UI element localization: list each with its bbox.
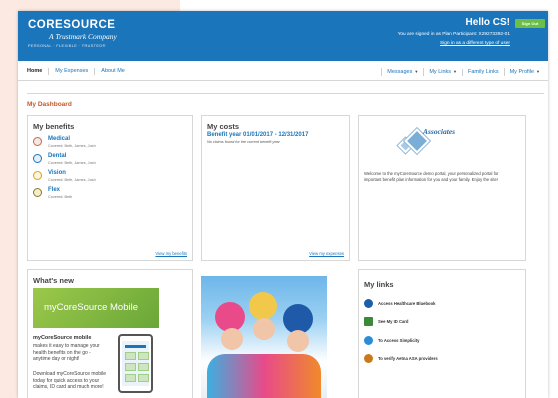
whats-new-heading: What's new — [33, 276, 74, 285]
family-ski-photo — [201, 276, 327, 398]
nav-family-links[interactable]: Family Links — [462, 68, 504, 76]
sign-out-button[interactable]: Sign Out — [515, 19, 545, 28]
id-card-icon — [364, 317, 373, 326]
page-title: My Dashboard — [27, 101, 72, 108]
costs-heading: My costs — [207, 122, 240, 131]
logo[interactable]: CORESOURCE — [28, 19, 115, 31]
flex-dollar-icon — [33, 188, 42, 197]
benefits-heading: My benefits — [33, 122, 75, 131]
header-bar: CORESOURCE A Trustmark Company PERSONAL … — [18, 11, 548, 61]
view-expenses-link[interactable]: View my expenses — [309, 251, 344, 256]
benefits-card: My benefits Medical Covered: Beth, James… — [27, 115, 193, 261]
phone-app-image — [118, 334, 153, 393]
main-nav: Home My Expenses About Me Messages ▼ My L… — [18, 61, 548, 81]
no-claims-text: No claims found for the current benefit … — [207, 140, 281, 144]
simplicity-icon — [364, 336, 373, 345]
bluebook-icon — [364, 299, 373, 308]
vision-icon — [33, 171, 42, 180]
nav-home[interactable]: Home — [27, 68, 48, 75]
logo-subtitle: A Trustmark Company — [49, 32, 117, 41]
mobile-banner[interactable]: myCoreSource Mobile — [33, 288, 159, 328]
chevron-down-icon: ▼ — [536, 69, 540, 74]
costs-card: My costs Benefit year 01/01/2017 - 12/31… — [201, 115, 350, 261]
nav-my-expenses[interactable]: My Expenses — [48, 68, 94, 75]
logo-tagline: PERSONAL · FLEXIBLE · TRUSTED® — [28, 44, 106, 48]
portal-page: CORESOURCE A Trustmark Company PERSONAL … — [18, 11, 548, 398]
links-heading: My links — [364, 280, 394, 289]
mobile-download-text: Download myCoreSource mobile today for q… — [33, 371, 107, 390]
nav-messages[interactable]: Messages ▼ — [381, 68, 423, 76]
link-healthcare-bluebook[interactable]: Access Healthcare Bluebook — [364, 299, 436, 308]
dental-icon — [33, 154, 42, 163]
medical-icon — [33, 137, 42, 146]
benefit-year: Benefit year 01/01/2017 - 12/31/2017 — [207, 132, 309, 138]
aetna-search-icon — [364, 354, 373, 363]
greeting: Hello CS! — [465, 17, 510, 28]
mobile-description: makes it easy to manage your health bene… — [33, 343, 100, 362]
nav-my-links[interactable]: My Links ▼ — [423, 68, 462, 76]
switch-user-link[interactable]: Sign in as a different type of user — [440, 41, 510, 46]
mobile-title: myCoreSource mobile — [33, 335, 92, 341]
associates-logo-text: Associates — [423, 127, 456, 136]
view-benefits-link[interactable]: View my benefits — [155, 251, 187, 256]
nav-about-me[interactable]: About Me — [94, 68, 131, 75]
whats-new-card: What's new myCoreSource Mobile myCoreSou… — [27, 269, 193, 398]
nav-my-profile[interactable]: My Profile ▼ — [503, 68, 545, 76]
links-card: My links Access Healthcare Bluebook See … — [358, 269, 526, 398]
title-divider — [27, 93, 544, 94]
associates-card: Associates Welcome to the myCoreSource d… — [358, 115, 526, 261]
welcome-text: Welcome to the myCoreSource demo portal,… — [364, 171, 499, 182]
chevron-down-icon: ▼ — [414, 69, 419, 74]
link-simplicity[interactable]: To Access Simplicity — [364, 336, 419, 345]
chevron-down-icon: ▼ — [453, 69, 458, 74]
link-id-card[interactable]: See My ID Card — [364, 317, 409, 326]
link-aetna-providers[interactable]: To verify Aetna ASA providers — [364, 354, 438, 363]
signed-in-text: You are signed in as Plan Participant: X… — [397, 32, 510, 37]
